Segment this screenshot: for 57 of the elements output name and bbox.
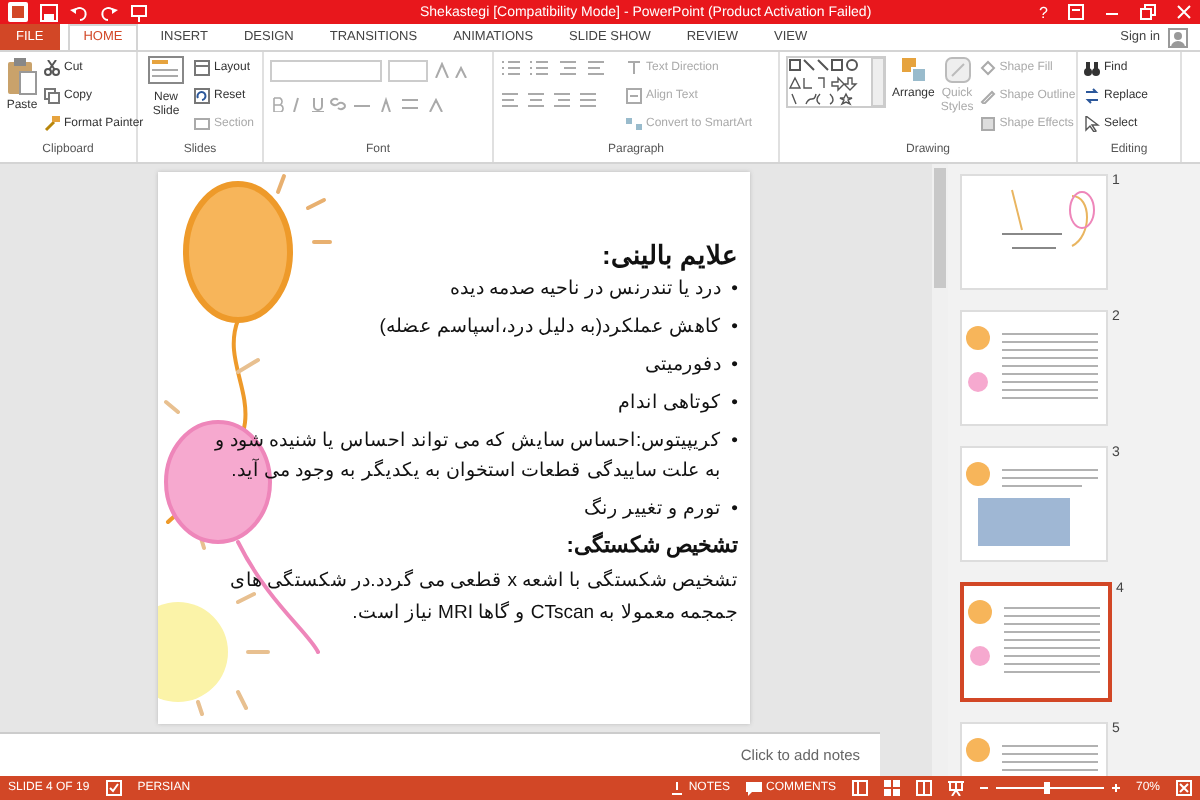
section-icon xyxy=(194,115,210,131)
ribbon-display-icon[interactable] xyxy=(1068,4,1084,20)
bullet-mark: • xyxy=(731,314,738,342)
clipboard-icon xyxy=(6,56,38,96)
replace-icon xyxy=(1084,87,1100,103)
help-button[interactable]: ? xyxy=(1039,3,1048,21)
bullet-text: تورم و تغییر رنگ xyxy=(583,495,722,524)
restore-icon[interactable] xyxy=(1140,4,1156,20)
bullet-mark: • xyxy=(731,428,738,456)
normal-view-icon[interactable] xyxy=(851,780,868,796)
slide-sorter-icon[interactable] xyxy=(883,780,900,796)
slide-paragraph: تشخیص شکستگی با اشعه x قطعی می گردد.در شکستگی های جمجمه معمولا به CTscan و گاها MRI نیاز است. xyxy=(227,567,738,628)
layout-icon xyxy=(194,59,210,75)
bullet-text: کریپیتوس:احساس سایش که می تواند احساس یا شنیده شود و به علت ساییدگی قطعات استخوان به یکدیگر به وجود می آید. xyxy=(212,428,722,486)
redo-icon[interactable] xyxy=(100,3,118,21)
pen-icon xyxy=(979,87,996,103)
slide-heading: علایم بالینی: xyxy=(600,240,738,270)
undo-icon[interactable] xyxy=(70,3,88,21)
bullet-text: دفورمیتی xyxy=(645,352,722,380)
new-slide-icon xyxy=(148,56,184,88)
smartart-icon xyxy=(626,115,642,131)
bullet-mark: • xyxy=(731,352,738,380)
font-name-field[interactable] xyxy=(270,59,382,81)
brush-icon xyxy=(44,115,60,131)
app-logo-icon xyxy=(8,2,28,22)
fit-slide-icon[interactable] xyxy=(1176,780,1192,796)
shape-effects-icon xyxy=(979,115,996,131)
bullet-mark: • xyxy=(731,390,738,418)
bullet-text: کاهش عملکرد(به دلیل درد،اسپاسم عضله) xyxy=(379,314,722,342)
bullet-mark: • xyxy=(731,276,738,304)
paint-bucket-icon xyxy=(979,59,996,75)
zoom-slider-icon[interactable] xyxy=(979,780,1120,796)
notes-icon xyxy=(670,781,685,795)
save-icon[interactable] xyxy=(40,3,58,21)
comment-icon xyxy=(745,781,762,795)
align-text-icon xyxy=(626,87,642,103)
close-icon[interactable] xyxy=(1176,4,1192,20)
slide-subheading: تشخیص شکستگی: xyxy=(564,532,738,558)
shapes-gallery-icon[interactable] xyxy=(786,56,886,108)
reset-icon xyxy=(194,87,210,103)
bullet-text: درد یا تندرنس در ناحیه صدمه دیده xyxy=(449,276,722,304)
copy-icon xyxy=(44,87,60,103)
presentation-icon[interactable] xyxy=(130,3,148,21)
quick-styles-icon xyxy=(943,56,972,84)
font-size-field[interactable] xyxy=(388,59,428,81)
arrange-icon xyxy=(899,56,928,84)
scrollbar[interactable] xyxy=(932,164,948,776)
text-direction-icon xyxy=(626,59,642,75)
cursor-icon xyxy=(1084,115,1100,131)
binoculars-icon xyxy=(1084,59,1100,75)
spelling-icon xyxy=(105,780,122,796)
slide-thumbnail[interactable] xyxy=(960,582,1112,702)
slideshow-icon[interactable] xyxy=(947,780,964,796)
bullet-mark: • xyxy=(731,496,738,524)
bullet-text: کوتاهی اندام xyxy=(618,390,722,418)
scissors-icon xyxy=(44,59,60,75)
reading-view-icon[interactable] xyxy=(915,780,932,796)
